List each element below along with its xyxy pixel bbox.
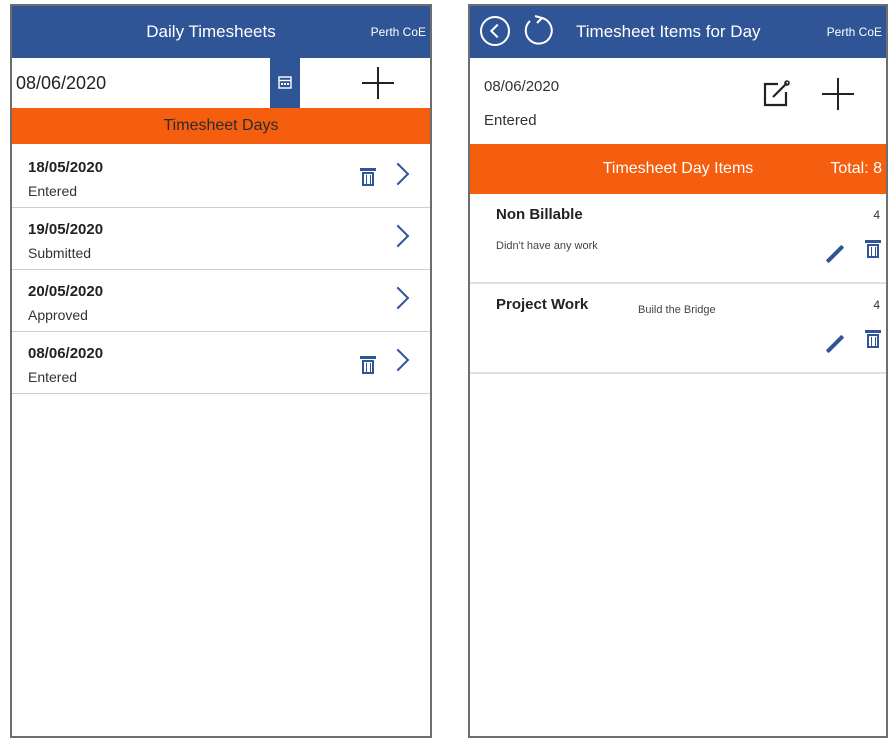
banner-title: Timesheet Day Items xyxy=(602,160,754,177)
trash-icon[interactable] xyxy=(360,168,376,186)
chevron-right-icon[interactable] xyxy=(386,348,410,372)
day-summary: 08/06/2020 Entered xyxy=(470,58,886,144)
day-status: Entered xyxy=(28,369,78,385)
day-status: Submitted xyxy=(28,245,92,261)
day-status: Entered xyxy=(28,183,78,199)
date-picker-row: 08/06/2020 xyxy=(12,58,430,108)
back-icon[interactable] xyxy=(480,16,510,46)
org-label: Perth CoE xyxy=(826,25,882,39)
day-date: 08/06/2020 xyxy=(484,78,560,95)
calendar-icon[interactable] xyxy=(270,58,300,108)
item-hours: 4 xyxy=(873,298,880,312)
item-hours: 4 xyxy=(873,208,880,222)
plus-icon[interactable] xyxy=(822,78,854,110)
total-hours: Total: 8 xyxy=(830,160,882,177)
list-item[interactable]: 08/06/2020 Entered xyxy=(12,332,430,394)
header: Timesheet Items for Day Perth CoE xyxy=(470,6,886,58)
day-status: Approved xyxy=(28,307,88,323)
org-label: Perth CoE xyxy=(370,25,426,39)
list-item[interactable]: 19/05/2020 Submitted xyxy=(12,208,430,270)
plus-icon[interactable] xyxy=(362,67,394,99)
page-title: Timesheet Items for Day xyxy=(576,22,761,41)
timesheet-days-banner: Timesheet Days xyxy=(12,108,430,144)
refresh-icon[interactable] xyxy=(522,14,554,46)
item-description: Build the Bridge xyxy=(638,304,716,316)
trash-icon[interactable] xyxy=(360,356,376,374)
trash-icon[interactable] xyxy=(865,240,881,258)
item-name: Project Work xyxy=(496,296,589,313)
chevron-right-icon[interactable] xyxy=(386,286,410,310)
item-description: Didn't have any work xyxy=(496,240,598,252)
day-date: 19/05/2020 xyxy=(28,221,104,238)
pencil-icon[interactable] xyxy=(825,244,845,264)
list-item[interactable]: 18/05/2020 Entered xyxy=(12,146,430,208)
pencil-icon[interactable] xyxy=(825,334,845,354)
item-name: Non Billable xyxy=(496,206,583,223)
edit-note-icon[interactable] xyxy=(760,78,792,110)
header: Daily Timesheets Perth CoE xyxy=(12,6,430,58)
day-date: 20/05/2020 xyxy=(28,283,104,300)
list-item[interactable]: Project Work Build the Bridge 4 xyxy=(470,284,886,374)
day-status: Entered xyxy=(484,112,537,129)
trash-icon[interactable] xyxy=(865,330,881,348)
page-title: Daily Timesheets xyxy=(146,22,276,41)
daily-timesheets-screen: Daily Timesheets Perth CoE 08/06/2020 Ti… xyxy=(10,4,432,738)
chevron-right-icon[interactable] xyxy=(386,162,410,186)
timesheet-day-items-banner: Timesheet Day Items Total: 8 xyxy=(470,144,886,194)
list-item[interactable]: Non Billable Didn't have any work 4 xyxy=(470,194,886,284)
day-date: 08/06/2020 xyxy=(28,345,104,362)
day-date: 18/05/2020 xyxy=(28,159,104,176)
timesheet-items-screen: Timesheet Items for Day Perth CoE 08/06/… xyxy=(468,4,888,738)
chevron-right-icon[interactable] xyxy=(386,224,410,248)
date-input[interactable]: 08/06/2020 xyxy=(12,58,268,108)
list-item[interactable]: 20/05/2020 Approved xyxy=(12,270,430,332)
